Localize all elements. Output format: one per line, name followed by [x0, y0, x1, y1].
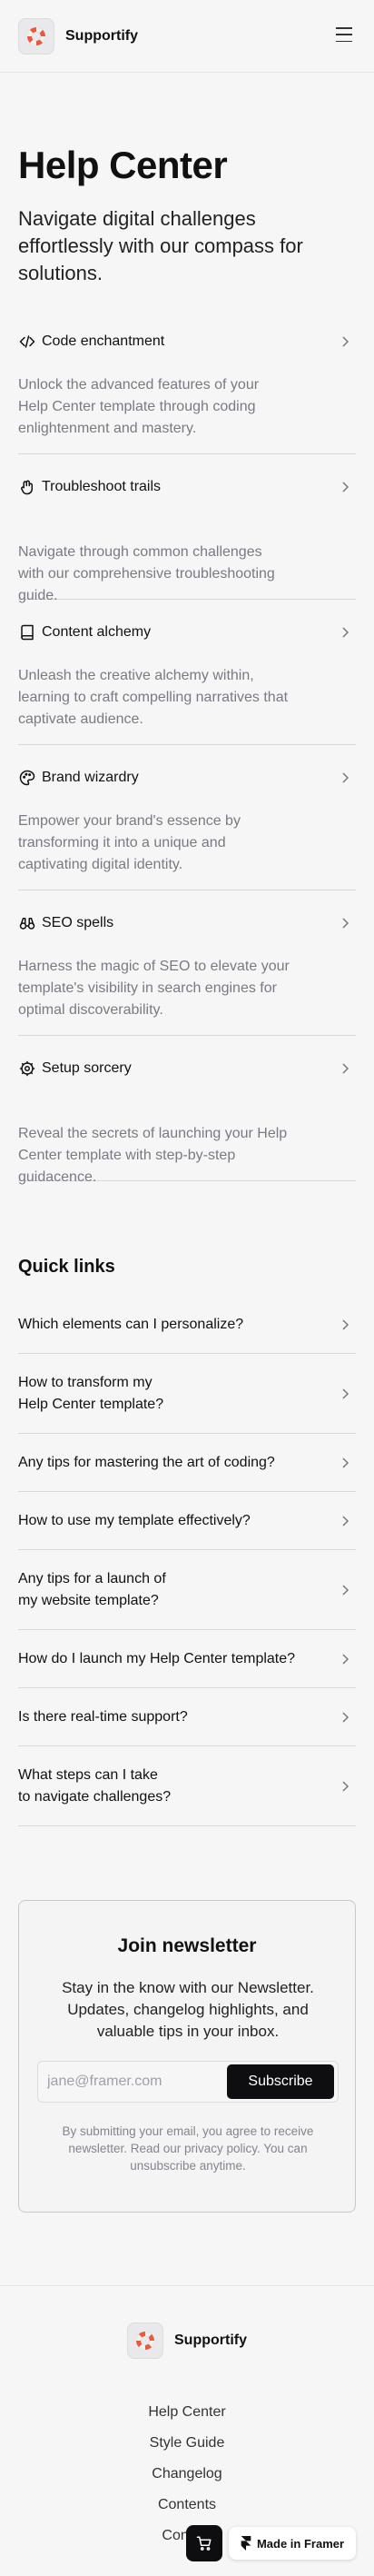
lifebuoy-logo-icon — [127, 2322, 163, 2359]
quick-link-item[interactable]: Which elements can I personalize? — [18, 1296, 356, 1354]
quick-link-item[interactable]: Any tips for mastering the art of coding… — [18, 1434, 356, 1492]
chevron-right-icon — [342, 1653, 349, 1665]
footer-brand[interactable]: Supportify — [0, 2322, 374, 2359]
topic-description: Empower your brand's essence by transfor… — [18, 813, 241, 872]
cart-icon — [196, 2536, 212, 2551]
footer-link-changelog[interactable]: Changelog — [0, 2459, 374, 2490]
topic-title: Setup sorcery — [42, 1060, 132, 1076]
topic-content-alchemy[interactable]: Content alchemy Unleash the creative alc… — [18, 600, 356, 745]
chevron-right-icon — [342, 482, 349, 492]
chevron-right-icon — [342, 772, 349, 783]
topic-description: Harness the magic of SEO to elevate your… — [18, 959, 290, 1018]
hand-icon — [18, 478, 36, 496]
badge-label: Made in Framer — [256, 2536, 345, 2551]
quick-link-label: Is there real-time support? — [18, 1708, 188, 1725]
site-header: Supportify — [0, 0, 374, 73]
quick-link-label: How to use my template effectively? — [18, 1512, 251, 1528]
chevron-right-icon — [342, 918, 349, 929]
quick-links-title: Quick links — [18, 1257, 115, 1277]
footer-brand-name: Supportify — [174, 2332, 247, 2348]
quick-link-label: How to transform my Help Center template… — [18, 1374, 164, 1412]
binoculars-icon — [18, 914, 36, 932]
chevron-right-icon — [342, 1780, 349, 1792]
cart-button[interactable] — [186, 2525, 222, 2561]
topic-title: Brand wizardry — [42, 770, 139, 785]
topic-title: Troubleshoot trails — [42, 479, 162, 494]
page-subtitle: Navigate digital challenges effortlessly… — [18, 207, 303, 284]
chevron-right-icon — [342, 1711, 349, 1723]
quick-link-label: Which elements can I personalize? — [18, 1316, 244, 1332]
topic-setup-sorcery[interactable]: Setup sorcery Reveal the secrets of laun… — [18, 1036, 356, 1185]
topic-title: Code enchantment — [42, 333, 165, 349]
newsletter-form: Subscribe — [37, 2061, 339, 2103]
chevron-right-icon — [342, 1063, 349, 1074]
topic-description: Reveal the secrets of launching your Hel… — [18, 1126, 288, 1185]
quick-link-item[interactable]: What steps can I take to navigate challe… — [18, 1746, 356, 1826]
lifebuoy-logo-icon[interactable] — [18, 17, 54, 55]
chevron-right-icon — [342, 1584, 349, 1596]
topic-description: Navigate through common challenges with … — [18, 544, 275, 603]
book-icon — [18, 623, 36, 642]
quick-link-item[interactable]: Is there real-time support? — [18, 1688, 356, 1746]
quick-link-item[interactable]: How do I launch my Help Center template? — [18, 1630, 356, 1688]
made-in-framer-badge[interactable]: Made in Framer — [229, 2527, 356, 2560]
brand-name[interactable]: Supportify — [65, 28, 138, 45]
topic-description: Unleash the creative alchemy within, lea… — [18, 668, 289, 727]
menu-icon[interactable] — [336, 27, 352, 42]
email-input[interactable] — [38, 2062, 220, 2102]
chevron-right-icon — [342, 1457, 349, 1468]
footer-link-help-center[interactable]: Help Center — [0, 2397, 374, 2428]
topic-code-enchantment[interactable]: Code enchantment Unlock the advanced fea… — [18, 309, 356, 454]
chevron-right-icon — [342, 1318, 349, 1330]
topic-list: Code enchantment Unlock the advanced fea… — [18, 309, 356, 1185]
topic-seo-spells[interactable]: SEO spells Harness the magic of SEO to e… — [18, 890, 356, 1036]
quick-link-item[interactable]: Any tips for a launch of my website temp… — [18, 1550, 356, 1630]
newsletter-title: Join newsletter — [117, 1935, 257, 1956]
newsletter-description: Stay in the know with our Newsletter. Up… — [62, 1979, 314, 2040]
quick-link-item[interactable]: How to transform my Help Center template… — [18, 1354, 356, 1434]
subscribe-button[interactable]: Subscribe — [227, 2064, 334, 2099]
quick-link-label: How do I launch my Help Center template? — [18, 1650, 296, 1666]
footer-link-style-guide[interactable]: Style Guide — [0, 2428, 374, 2459]
chevron-right-icon — [342, 336, 349, 347]
code-icon — [18, 333, 36, 351]
quick-link-label: Any tips for mastering the art of coding… — [18, 1454, 275, 1470]
chevron-right-icon — [342, 627, 349, 638]
footer-link-contents[interactable]: Contents — [0, 2490, 374, 2521]
chevron-right-icon — [342, 1387, 349, 1399]
quick-link-item[interactable]: How to use my template effectively? — [18, 1492, 356, 1550]
quick-links-list: Which elements can I personalize? How to… — [18, 1296, 356, 1826]
gear-icon — [18, 1059, 36, 1078]
topic-description: Unlock the advanced features of your Hel… — [18, 377, 260, 436]
framer-logo-icon — [241, 2536, 251, 2551]
topic-brand-wizardry[interactable]: Brand wizardry Empower your brand's esse… — [18, 745, 356, 890]
newsletter-note: By submitting your email, you agree to r… — [62, 2124, 314, 2173]
topic-title: Content alchemy — [42, 624, 152, 640]
quick-link-label: Any tips for a launch of my website temp… — [18, 1570, 166, 1608]
topic-title: SEO spells — [42, 915, 114, 930]
palette-icon — [18, 769, 36, 787]
topic-troubleshoot-trails[interactable]: Troubleshoot trails Navigate through com… — [18, 454, 356, 603]
page-title: Help Center — [18, 144, 228, 186]
quick-link-label: What steps can I take to navigate challe… — [18, 1766, 172, 1805]
newsletter-card: Join newsletter Stay in the know with ou… — [18, 1900, 356, 2213]
chevron-right-icon — [342, 1515, 349, 1527]
